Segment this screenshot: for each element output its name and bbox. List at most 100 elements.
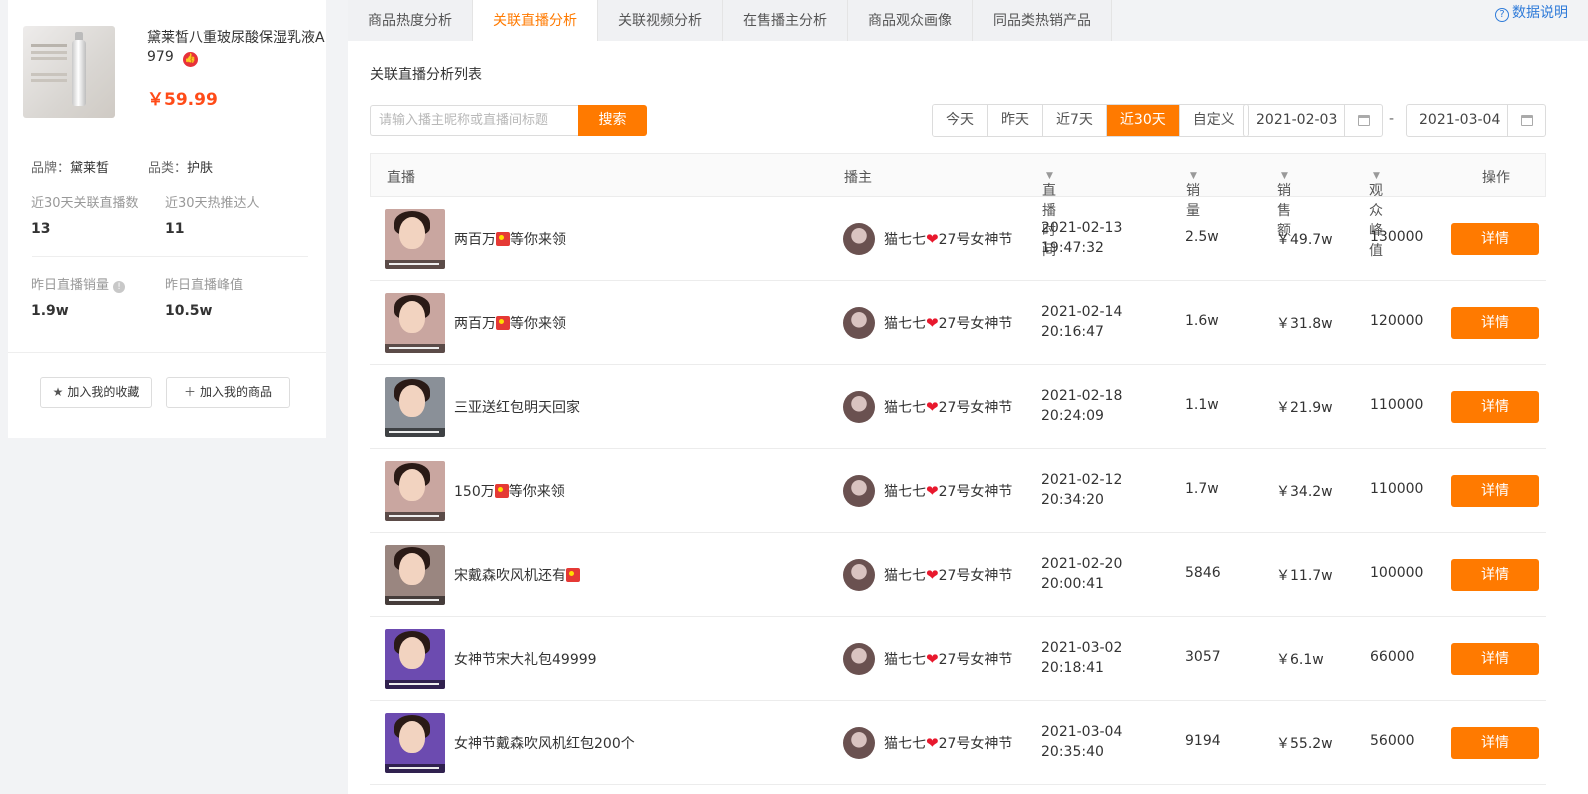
- range-today-button[interactable]: 今天: [933, 105, 988, 136]
- end-date-picker[interactable]: 2021-03-04: [1406, 104, 1546, 137]
- avatar[interactable]: [843, 559, 875, 591]
- peak-viewers-value: 110000: [1370, 481, 1424, 497]
- anchor-name-suffix: 27号女神节: [938, 316, 1013, 332]
- live-title[interactable]: 三亚送红包明天回家: [454, 397, 580, 417]
- stat-value: 10.5w: [165, 303, 213, 319]
- live-clock: 20:34:20: [1041, 492, 1104, 508]
- search-input[interactable]: [370, 105, 578, 136]
- info-icon[interactable]: !: [113, 281, 126, 293]
- live-title[interactable]: 两百万 等你来领: [454, 229, 566, 249]
- category-row: 品类：护肤: [148, 157, 213, 176]
- live-time: 2021-02-20 20:00:41: [1041, 554, 1122, 594]
- detail-button[interactable]: 详情: [1451, 391, 1539, 423]
- tab-selling-anchors[interactable]: 在售播主分析: [723, 0, 848, 41]
- live-time: 2021-02-18 20:24:09: [1041, 386, 1122, 426]
- live-cover-image[interactable]: [385, 377, 445, 437]
- live-title-text: 宋戴森吹风机还有: [454, 568, 566, 584]
- product-name[interactable]: 黛莱皙八重玻尿酸保湿乳液A: [147, 28, 327, 48]
- live-date: 2021-02-12: [1041, 472, 1123, 488]
- live-time: 2021-02-13 19:47:32: [1041, 218, 1122, 258]
- detail-button[interactable]: 详情: [1451, 307, 1539, 339]
- peak-viewers-value: 66000: [1370, 649, 1415, 665]
- anchor-name[interactable]: 猫七七❤27号女神节: [884, 565, 1012, 585]
- table-body: 两百万 等你来领 猫七七❤27号女神节 2021-02-13 19:47:32 2.5w ￥…: [370, 197, 1546, 785]
- avatar[interactable]: [843, 643, 875, 675]
- sales-value: 9194: [1185, 733, 1221, 749]
- sales-value: 1.1w: [1185, 397, 1219, 413]
- live-time: 2021-03-02 20:18:41: [1041, 638, 1122, 678]
- live-cover-image[interactable]: [385, 293, 445, 353]
- avatar[interactable]: [843, 475, 875, 507]
- detail-button[interactable]: 详情: [1451, 727, 1539, 759]
- anchor-name-suffix: 27号女神节: [938, 484, 1013, 500]
- anchor-name[interactable]: 猫七七❤27号女神节: [884, 649, 1012, 669]
- tab-product-heat[interactable]: 商品热度分析: [348, 0, 473, 41]
- table-header: 直播 播主 直播时间 ▼ 销量 ▼ 销售额 ▼ 观众峰值 ▼ 操作: [370, 153, 1546, 259]
- avatar[interactable]: [843, 307, 875, 339]
- heart-icon: ❤: [926, 230, 939, 248]
- live-cover-image[interactable]: [385, 713, 445, 773]
- live-title[interactable]: 150万 等你来领: [454, 481, 565, 501]
- data-help-link[interactable]: ? 数据说明: [1495, 2, 1568, 22]
- calendar-icon[interactable]: [1344, 105, 1382, 136]
- column-sales[interactable]: 销量 ▼: [1186, 167, 1200, 219]
- table-row: 三亚送红包明天回家 猫七七❤27号女神节 2021-02-18 20:24:09 1.1…: [370, 365, 1546, 449]
- column-peak-viewers[interactable]: 观众峰值 ▼: [1369, 167, 1383, 259]
- brand-value: 黛莱皙: [70, 161, 110, 176]
- live-clock: 20:00:41: [1041, 576, 1104, 592]
- anchor-name[interactable]: 猫七七❤27号女神节: [884, 313, 1012, 333]
- avatar[interactable]: [843, 223, 875, 255]
- detail-button[interactable]: 详情: [1451, 643, 1539, 675]
- data-help-label: 数据说明: [1512, 5, 1568, 21]
- column-anchor: 播主: [844, 170, 872, 186]
- range-7days-button[interactable]: 近7天: [1043, 105, 1107, 136]
- live-date: 2021-02-18: [1041, 388, 1123, 404]
- add-product-button[interactable]: ＋ 加入我的商品: [166, 377, 290, 408]
- column-live: 直播: [387, 170, 415, 186]
- question-circle-icon: ?: [1495, 8, 1509, 22]
- tab-related-live[interactable]: 关联直播分析: [473, 0, 598, 41]
- product-image[interactable]: [23, 26, 115, 118]
- live-title[interactable]: 宋戴森吹风机还有: [454, 565, 580, 585]
- avatar[interactable]: [843, 391, 875, 423]
- detail-button[interactable]: 详情: [1451, 223, 1539, 255]
- start-date-picker[interactable]: 2021-02-03: [1243, 104, 1383, 137]
- avatar[interactable]: [843, 727, 875, 759]
- live-clock: 20:16:47: [1041, 324, 1104, 340]
- live-analysis-table: 直播 播主 直播时间 ▼ 销量 ▼ 销售额 ▼ 观众峰值 ▼ 操作 两百万 等你来领 猫七七…: [370, 153, 1546, 785]
- anchor-name[interactable]: 猫七七❤27号女神节: [884, 481, 1012, 501]
- live-cover-image[interactable]: [385, 209, 445, 269]
- amount-value: ￥11.7w: [1276, 568, 1333, 584]
- anchor-name[interactable]: 猫七七❤27号女神节: [884, 733, 1012, 753]
- range-30days-button[interactable]: 近30天: [1106, 105, 1180, 136]
- search-button[interactable]: 搜索: [578, 105, 647, 136]
- tab-similar-hot-products[interactable]: 同品类热销产品: [973, 0, 1112, 41]
- anchor-name-suffix: 27号女神节: [938, 652, 1013, 668]
- table-row: 150万 等你来领 猫七七❤27号女神节 2021-02-12 20:34:20 1.7w…: [370, 449, 1546, 533]
- anchor-name[interactable]: 猫七七❤27号女神节: [884, 397, 1012, 417]
- live-cover-image[interactable]: [385, 545, 445, 605]
- live-cover-image[interactable]: [385, 461, 445, 521]
- range-yesterday-button[interactable]: 昨天: [988, 105, 1043, 136]
- section-title: 关联直播分析列表: [370, 67, 482, 83]
- range-custom-button[interactable]: 自定义: [1179, 105, 1248, 136]
- detail-button[interactable]: 详情: [1451, 475, 1539, 507]
- table-row: 两百万 等你来领 猫七七❤27号女神节 2021-02-14 20:16:47 1.6w ￥…: [370, 281, 1546, 365]
- calendar-icon[interactable]: [1507, 105, 1545, 136]
- live-title[interactable]: 女神节戴森吹风机红包200个: [454, 733, 635, 753]
- detail-button[interactable]: 详情: [1451, 559, 1539, 591]
- column-live-time[interactable]: 直播时间 ▼: [1042, 167, 1056, 259]
- tab-audience-profile[interactable]: 商品观众画像: [848, 0, 973, 41]
- anchor-name[interactable]: 猫七七❤27号女神节: [884, 229, 1012, 249]
- live-cover-image[interactable]: [385, 629, 445, 689]
- live-title-text: 150万: [454, 484, 495, 500]
- live-title[interactable]: 女神节宋大礼包49999: [454, 649, 597, 669]
- column-amount[interactable]: 销售额 ▼: [1277, 167, 1291, 239]
- anchor-name-text: 猫七七: [884, 736, 926, 752]
- main-panel: 关联直播分析列表 搜索 今天 昨天 近7天 近30天 自定义 2021-02-0…: [348, 41, 1588, 794]
- live-title[interactable]: 两百万 等你来领: [454, 313, 566, 333]
- add-favorite-button[interactable]: ★ 加入我的收藏: [40, 377, 152, 408]
- stat-label: 昨日直播峰值: [165, 278, 244, 293]
- tab-related-video[interactable]: 关联视频分析: [598, 0, 723, 41]
- start-date-value: 2021-02-03: [1256, 112, 1338, 128]
